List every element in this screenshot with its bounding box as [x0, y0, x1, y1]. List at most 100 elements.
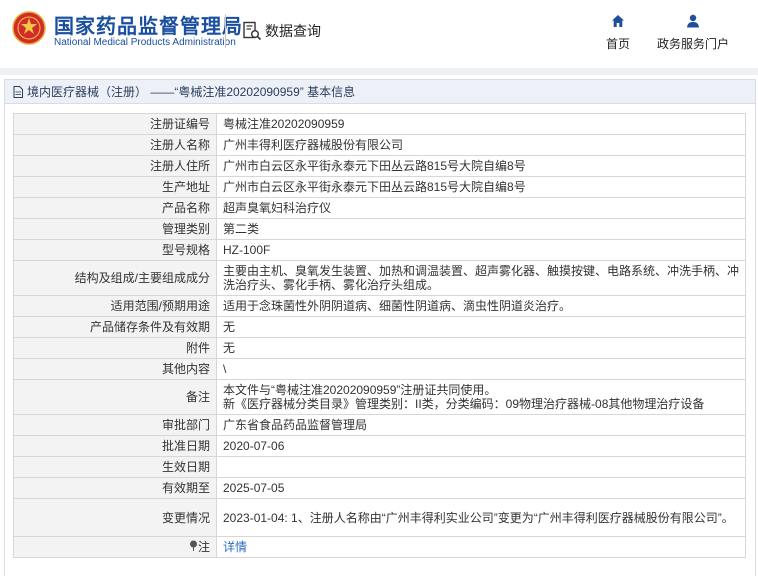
reg-number-value: 粤械注准20202090959 — [216, 113, 746, 135]
storage-validity-label: 产品储存条件及有效期 — [13, 316, 217, 338]
table-row: 适用范围/预期用途 适用于念珠菌性外阴阴道病、细菌性阴道病、滴虫性阴道炎治疗。 — [13, 295, 746, 317]
effective-date-value — [216, 456, 746, 478]
model-spec-value-text: HZ-100F — [223, 243, 271, 257]
site-header: 国家药品监督管理局 National Medical Products Admi… — [0, 0, 758, 68]
valid-until-label: 有效期至 — [13, 477, 217, 499]
table-row: 管理类别 第二类 — [13, 218, 746, 240]
product-name-label: 产品名称 — [13, 197, 217, 219]
attachments-label: 附件 — [13, 337, 217, 359]
scope-intended-use-label: 适用范围/预期用途 — [13, 295, 217, 317]
approval-dept-label-text: 审批部门 — [161, 418, 210, 432]
table-row: 型号规格 HZ-100F — [13, 239, 746, 261]
panel-title: 境内医疗器械（注册） ——“粤械注准20202090959” 基本信息 — [5, 80, 755, 104]
scope-intended-use-label-text: 适用范围/预期用途 — [110, 299, 210, 313]
registrant-address-value-text: 广州市白云区永平街永泰元下田丛云路815号大院自编8号 — [223, 159, 526, 173]
nav-home[interactable]: 首页 — [601, 14, 635, 52]
data-query-link[interactable]: 数据查询 — [242, 19, 321, 43]
valid-until-value: 2025-07-05 — [216, 477, 746, 499]
registrant-name-label-text: 注册人名称 — [149, 138, 210, 152]
table-row: 变更情况 2023-01-04: 1、注册人名称由“广州丰得利实业公司”变更为“广… — [13, 498, 746, 537]
other-content-label-text: 其他内容 — [161, 362, 210, 376]
other-content-value: \ — [216, 358, 746, 380]
change-history-value: 2023-01-04: 1、注册人名称由“广州丰得利实业公司”变更为“广州丰得利… — [216, 498, 746, 537]
table-row: 产品名称 超声臭氧妇科治疗仪 — [13, 197, 746, 219]
storage-validity-label-text: 产品储存条件及有效期 — [89, 320, 210, 334]
remarks-label: 备注 — [13, 379, 217, 415]
model-spec-label-text: 型号规格 — [161, 243, 210, 257]
product-name-value: 超声臭氧妇科治疗仪 — [216, 197, 746, 219]
management-class-value-text: 第二类 — [223, 222, 260, 236]
structure-composition-value: 主要由主机、臭氧发生装置、加热和调温装置、超声雾化器、触摸按键、电路系统、冲洗手… — [216, 260, 746, 296]
table-row: 有效期至 2025-07-05 — [13, 477, 746, 499]
pin-icon — [189, 540, 197, 551]
document-icon — [13, 85, 23, 98]
structure-composition-label: 结构及组成/主要组成成分 — [13, 260, 217, 296]
detail-table: 注册证编号 粤械注准20202090959 注册人名称 广州丰得利医疗器械股份有限公司… — [13, 113, 746, 558]
brand-title[interactable]: 国家药品监督管理局 — [54, 10, 243, 39]
model-spec-label: 型号规格 — [13, 239, 217, 261]
change-history-label: 变更情况 — [13, 498, 217, 537]
model-spec-value: HZ-100F — [216, 239, 746, 261]
note-value: 详情 — [216, 536, 746, 558]
scope-intended-use-value: 适用于念珠菌性外阴阴道病、细菌性阴道病、滴虫性阴道炎治疗。 — [216, 295, 746, 317]
reg-number-value-text: 粤械注准20202090959 — [223, 117, 345, 131]
document-search-icon — [243, 21, 262, 41]
table-row: 结构及组成/主要组成成分 主要由主机、臭氧发生装置、加热和调温装置、超声雾化器、触… — [13, 260, 746, 296]
management-class-label: 管理类别 — [13, 218, 217, 240]
effective-date-label-text: 生效日期 — [161, 460, 210, 474]
table-row: 产品储存条件及有效期无 — [13, 316, 746, 338]
storage-validity-value: 无 — [216, 316, 746, 338]
attachments-value: 无 — [216, 337, 746, 359]
approval-date-label-text: 批准日期 — [161, 439, 210, 453]
product-name-label-text: 产品名称 — [161, 201, 210, 215]
note-label: 注 — [13, 536, 217, 558]
table-row: 审批部门 广东省食品药品监督管理局 — [13, 414, 746, 436]
detail-panel: 境内医疗器械（注册） ——“粤械注准20202090959” 基本信息 注册证编… — [4, 79, 756, 576]
other-content-label: 其他内容 — [13, 358, 217, 380]
structure-composition-label-text: 结构及组成/主要组成成分 — [74, 271, 210, 285]
other-content-value-text: \ — [223, 362, 227, 376]
attachments-value-text: 无 — [223, 341, 236, 355]
nav-gov-label: 政务服务门户 — [656, 37, 729, 51]
table-row: 其他内容 \ — [13, 358, 746, 380]
valid-until-label-text: 有效期至 — [161, 481, 210, 495]
production-address-value: 广州市白云区永平街永泰元下田丛云路815号大院自编8号 — [216, 176, 746, 198]
approval-date-value-text: 2020-07-06 — [223, 439, 285, 453]
data-query-label: 数据查询 — [265, 23, 321, 39]
panel-title-text: 境内医疗器械（注册） ——“粤械注准20202090959” 基本信息 — [27, 85, 356, 99]
approval-date-label: 批准日期 — [13, 435, 217, 457]
header-divider — [225, 14, 226, 48]
attachments-label-text: 附件 — [185, 341, 210, 355]
approval-dept-label: 审批部门 — [13, 414, 217, 436]
registrant-name-value: 广州丰得利医疗器械股份有限公司 — [216, 134, 746, 156]
production-address-value-text: 广州市白云区永平街永泰元下田丛云路815号大院自编8号 — [223, 180, 526, 194]
approval-dept-value-text: 广东省食品药品监督管理局 — [223, 418, 368, 432]
product-name-value-text: 超声臭氧妇科治疗仪 — [223, 201, 332, 215]
home-icon — [612, 15, 624, 27]
registrant-address-label: 注册人住所 — [13, 155, 217, 177]
valid-until-value-text: 2025-07-05 — [223, 481, 285, 495]
registrant-name-label: 注册人名称 — [13, 134, 217, 156]
nav-home-label: 首页 — [605, 37, 630, 51]
approval-dept-value: 广东省食品药品监督管理局 — [216, 414, 746, 436]
details-link[interactable]: 详情 — [223, 540, 247, 554]
approval-date-value: 2020-07-06 — [216, 435, 746, 457]
table-row: 生产地址 广州市白云区永平街永泰元下田丛云路815号大院自编8号 — [13, 176, 746, 198]
table-row: 备注 本文件与“粤械注准20202090959”注册证共同使用。 新《医疗器械分类… — [13, 379, 746, 415]
nav-gov-portal[interactable]: 政务服务门户 — [656, 14, 730, 52]
remarks-value: 本文件与“粤械注准20202090959”注册证共同使用。 新《医疗器械分类目录… — [216, 379, 746, 415]
change-history-value-text: 2023-01-04: 1、注册人名称由“广州丰得利实业公司”变更为“广州丰得利… — [223, 510, 734, 525]
table-row: 注册人住所 广州市白云区永平街永泰元下田丛云路815号大院自编8号 — [13, 155, 746, 177]
management-class-label-text: 管理类别 — [161, 222, 210, 236]
effective-date-label: 生效日期 — [13, 456, 217, 478]
remarks-label-text: 备注 — [185, 390, 210, 404]
change-history-label-text: 变更情况 — [161, 510, 210, 525]
table-row: 附件无 — [13, 337, 746, 359]
remarks-value-text: 本文件与“粤械注准20202090959”注册证共同使用。 新《医疗器械分类目录… — [223, 383, 705, 411]
production-address-label: 生产地址 — [13, 176, 217, 198]
table-row: 生效日期 — [13, 456, 746, 478]
table-row: 注册证编号 粤械注准20202090959 — [13, 113, 746, 135]
production-address-label-text: 生产地址 — [161, 180, 210, 194]
note-label-text: 注 — [197, 540, 210, 554]
user-icon — [687, 14, 699, 28]
